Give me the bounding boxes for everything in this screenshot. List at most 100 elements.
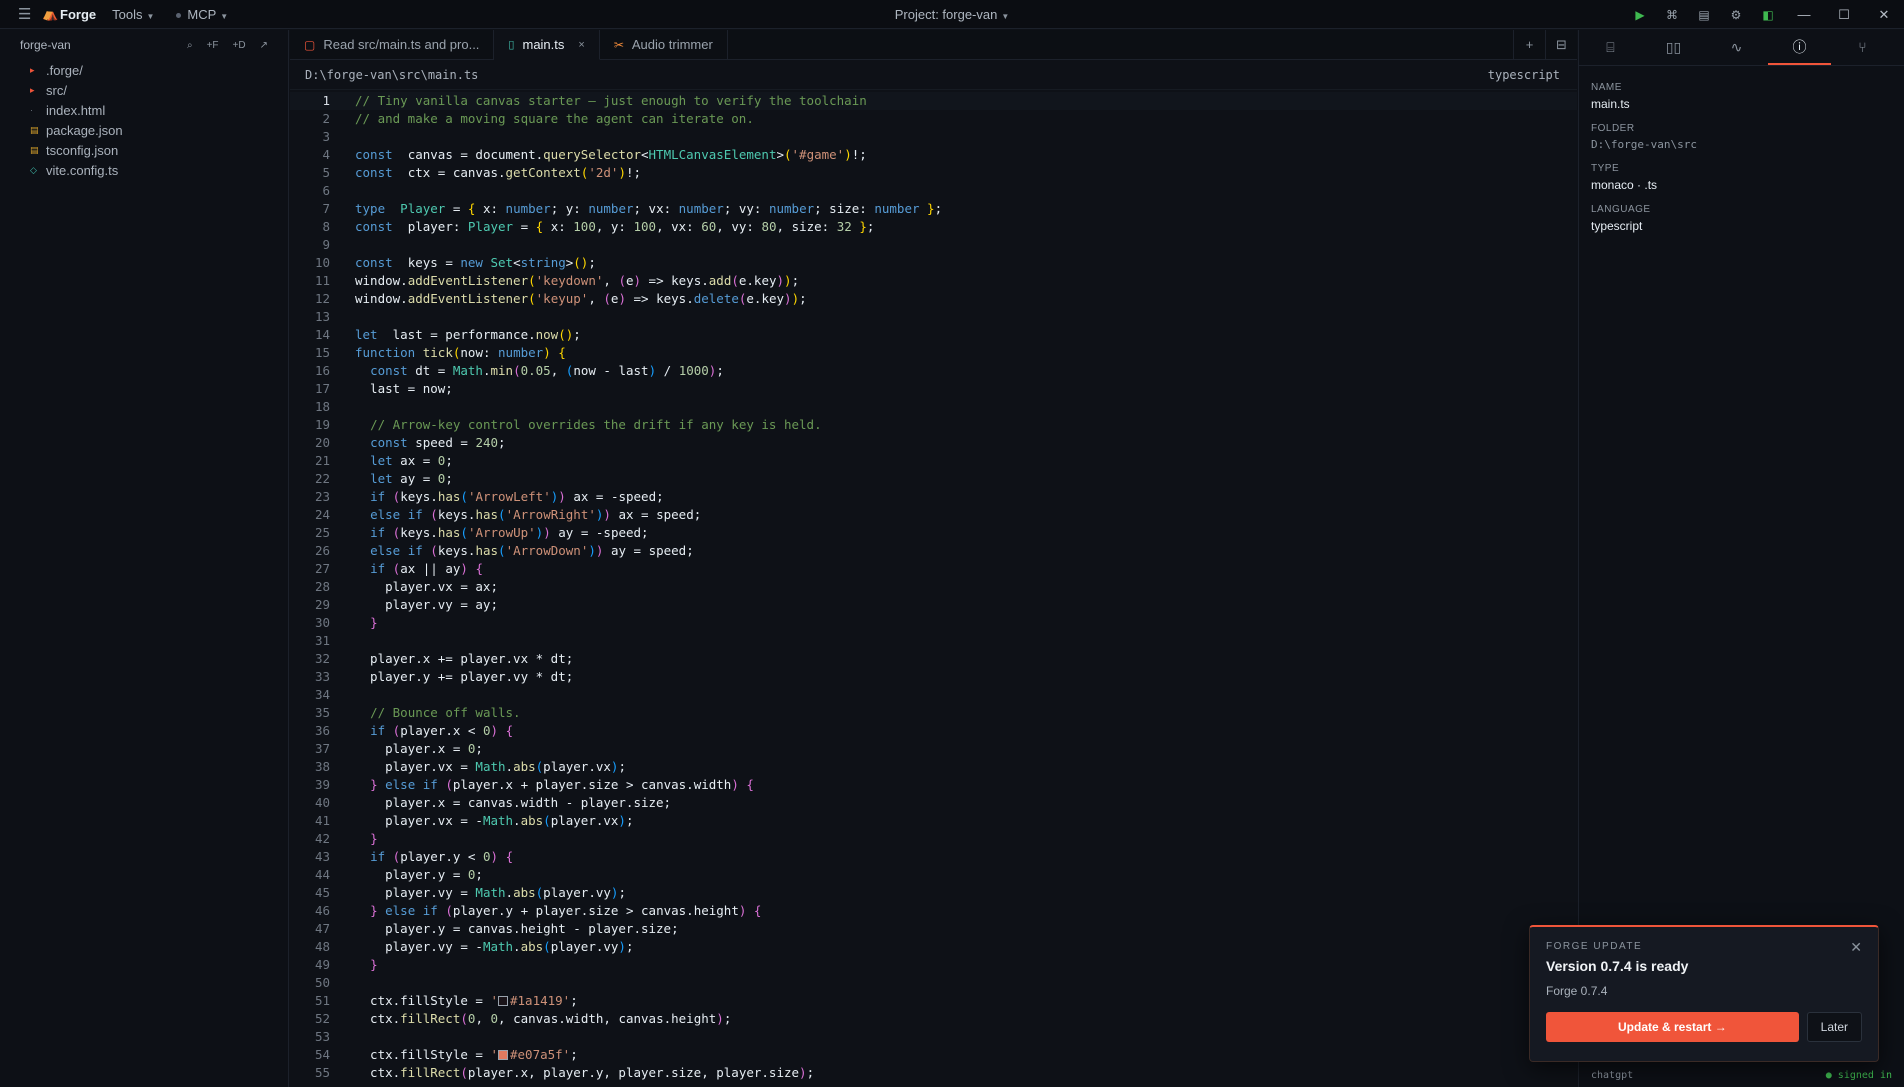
close-icon[interactable]: ✕ (1850, 939, 1862, 956)
book-icon[interactable]: ▯▯ (1642, 30, 1705, 65)
new-file-button[interactable]: +F (207, 40, 219, 51)
code-line[interactable]: 50 (290, 974, 1577, 992)
code-line[interactable]: 27 if (ax || ay) { (290, 560, 1577, 578)
code-line[interactable]: 35 // Bounce off walls. (290, 704, 1577, 722)
code-line[interactable]: 7 type Player = { x: number; y: number; v… (290, 200, 1577, 218)
close-window-button[interactable]: ✕ (1864, 7, 1904, 23)
code-line[interactable]: 19 // Arrow-key control overrides the dr… (290, 416, 1577, 434)
menu-mcp[interactable]: MCP ▼ (176, 7, 228, 22)
code-line[interactable]: 43 if (player.y < 0) { (290, 848, 1577, 866)
code-line[interactable]: 2 // and make a moving square the agent c… (290, 110, 1577, 128)
code-line[interactable]: 40 player.x = canvas.width - player.size… (290, 794, 1577, 812)
tree-item-vite-config[interactable]: ◇ vite.config.ts (0, 160, 288, 180)
code-editor[interactable]: 1 // Tiny vanilla canvas starter — just e… (290, 92, 1577, 1087)
code-line[interactable]: 33 player.y += player.vy * dt; (290, 668, 1577, 686)
code-line[interactable]: 52 ctx.fillRect(0, 0, canvas.width, canv… (290, 1010, 1577, 1028)
code-line[interactable]: 21 let ax = 0; (290, 452, 1577, 470)
code-line[interactable]: 44 player.y = 0; (290, 866, 1577, 884)
code-line[interactable]: 53 (290, 1028, 1577, 1046)
new-folder-button[interactable]: +D (233, 40, 246, 51)
code-line[interactable]: 22 let ay = 0; (290, 470, 1577, 488)
code-line[interactable]: 36 if (player.x < 0) { (290, 722, 1577, 740)
line-number: 14 (314, 327, 330, 342)
code-line[interactable]: 29 player.vy = ay; (290, 596, 1577, 614)
code-line[interactable]: 46 } else if (player.y + player.size > c… (290, 902, 1577, 920)
tree-item-index-html[interactable]: · index.html (0, 100, 288, 120)
code-line[interactable]: 20 const speed = 240; (290, 434, 1577, 452)
code-line[interactable]: 30 } (290, 614, 1577, 632)
code-line[interactable]: 31 (290, 632, 1577, 650)
code-line[interactable]: 34 (290, 686, 1577, 704)
project-selector[interactable]: Project: forge-van ▼ (895, 7, 1010, 22)
info-icon[interactable]: ⓘ (1768, 30, 1831, 65)
code-line[interactable]: 48 player.vy = -Math.abs(player.vy); (290, 938, 1577, 956)
split-editor-icon[interactable]: ⊟ (1545, 30, 1577, 60)
code-line[interactable]: 54 ctx.fillStyle = ' #e07a5f'; (290, 1046, 1577, 1064)
code-line[interactable]: 38 player.vx = Math.abs(player.vx); (290, 758, 1577, 776)
code-text: // Tiny vanilla canvas starter — just en… (355, 93, 867, 108)
tab-chat[interactable]: ▢ Read src/main.ts and pro... (290, 30, 495, 59)
language-indicator[interactable]: typescript (1488, 68, 1562, 82)
code-line[interactable]: 47 player.y = canvas.height - player.siz… (290, 920, 1577, 938)
code-line[interactable]: 5 const ctx = canvas.getContext('2d')!; (290, 164, 1577, 182)
code-line[interactable]: 23 if (keys.has('ArrowLeft')) ax = -spee… (290, 488, 1577, 506)
git-branch-icon[interactable]: ⑂ (1831, 30, 1894, 65)
code-line[interactable]: 39 } else if (player.x + player.size > c… (290, 776, 1577, 794)
tree-item-forge[interactable]: ▸ .forge/ (0, 60, 288, 80)
command-icon[interactable]: ⌘ (1656, 8, 1688, 22)
close-tab-icon[interactable]: × (578, 39, 584, 51)
activity-icon[interactable]: ∿ (1705, 30, 1768, 65)
code-line[interactable]: 18 (290, 398, 1577, 416)
code-line[interactable]: 3 (290, 128, 1577, 146)
line-number: 35 (314, 705, 330, 720)
code-line[interactable]: 10 const keys = new Set<string>(); (290, 254, 1577, 272)
code-line[interactable]: 45 player.vy = Math.abs(player.vy); (290, 884, 1577, 902)
code-line[interactable]: 6 (290, 182, 1577, 200)
code-line[interactable]: 28 player.vx = ax; (290, 578, 1577, 596)
code-line[interactable]: 15 function tick(now: number) { (290, 344, 1577, 362)
code-line[interactable]: 9 (290, 236, 1577, 254)
hamburger-menu-icon[interactable]: ☰ (18, 5, 42, 23)
panel-icon[interactable]: ◧ (1752, 8, 1784, 22)
line-number: 18 (314, 399, 330, 414)
tab-audio-trimmer[interactable]: ✂ Audio trimmer (600, 30, 728, 59)
search-files-icon[interactable]: ⌕ (187, 40, 193, 51)
color-swatch[interactable] (498, 1050, 508, 1060)
open-external-icon[interactable]: ↗ (260, 40, 268, 51)
code-line[interactable]: 25 if (keys.has('ArrowUp')) ay = -speed; (290, 524, 1577, 542)
tree-item-package-json[interactable]: ▤ package.json (0, 120, 288, 140)
maximize-button[interactable]: ☐ (1824, 7, 1864, 23)
tab-main-ts[interactable]: ▯ main.ts × (494, 30, 600, 60)
new-tab-button[interactable]: + (1513, 30, 1545, 60)
code-line[interactable]: 12 window.addEventListener('keyup', (e) =… (290, 290, 1577, 308)
vite-file-icon: ◇ (30, 164, 37, 175)
layout-icon[interactable]: ▤ (1688, 8, 1720, 22)
tree-item-src[interactable]: ▸ src/ (0, 80, 288, 100)
menu-tools[interactable]: Tools ▼ (112, 7, 154, 22)
code-line[interactable]: 49 } (290, 956, 1577, 974)
settings-icon[interactable]: ⚙ (1720, 8, 1752, 22)
code-line[interactable]: 42 } (290, 830, 1577, 848)
minimize-button[interactable]: — (1784, 7, 1824, 22)
code-line[interactable]: 8 const player: Player = { x: 100, y: 100… (290, 218, 1577, 236)
code-line[interactable]: 24 else if (keys.has('ArrowRight')) ax =… (290, 506, 1577, 524)
code-line[interactable]: 26 else if (keys.has('ArrowDown')) ay = … (290, 542, 1577, 560)
code-line[interactable]: 1 // Tiny vanilla canvas starter — just e… (290, 92, 1577, 110)
chat-icon[interactable]: ⌸ (1579, 30, 1642, 65)
code-line[interactable]: 16 const dt = Math.min(0.05, (now - last… (290, 362, 1577, 380)
tree-item-tsconfig-json[interactable]: ▤ tsconfig.json (0, 140, 288, 160)
code-line[interactable]: 17 last = now; (290, 380, 1577, 398)
code-line[interactable]: 37 player.x = 0; (290, 740, 1577, 758)
update-restart-button[interactable]: Update & restart → (1546, 1012, 1799, 1042)
code-line[interactable]: 13 (290, 308, 1577, 326)
code-line[interactable]: 32 player.x += player.vx * dt; (290, 650, 1577, 668)
code-line[interactable]: 11 window.addEventListener('keydown', (e)… (290, 272, 1577, 290)
code-line[interactable]: 55 ctx.fillRect(player.x, player.y, play… (290, 1064, 1577, 1082)
play-icon[interactable]: ▶ (1624, 8, 1656, 22)
code-line[interactable]: 41 player.vx = -Math.abs(player.vx); (290, 812, 1577, 830)
code-line[interactable]: 4 const canvas = document.querySelector<H… (290, 146, 1577, 164)
color-swatch[interactable] (498, 996, 508, 1006)
later-button[interactable]: Later (1806, 1012, 1862, 1042)
code-line[interactable]: 51 ctx.fillStyle = ' #1a1419'; (290, 992, 1577, 1010)
code-line[interactable]: 14 let last = performance.now(); (290, 326, 1577, 344)
